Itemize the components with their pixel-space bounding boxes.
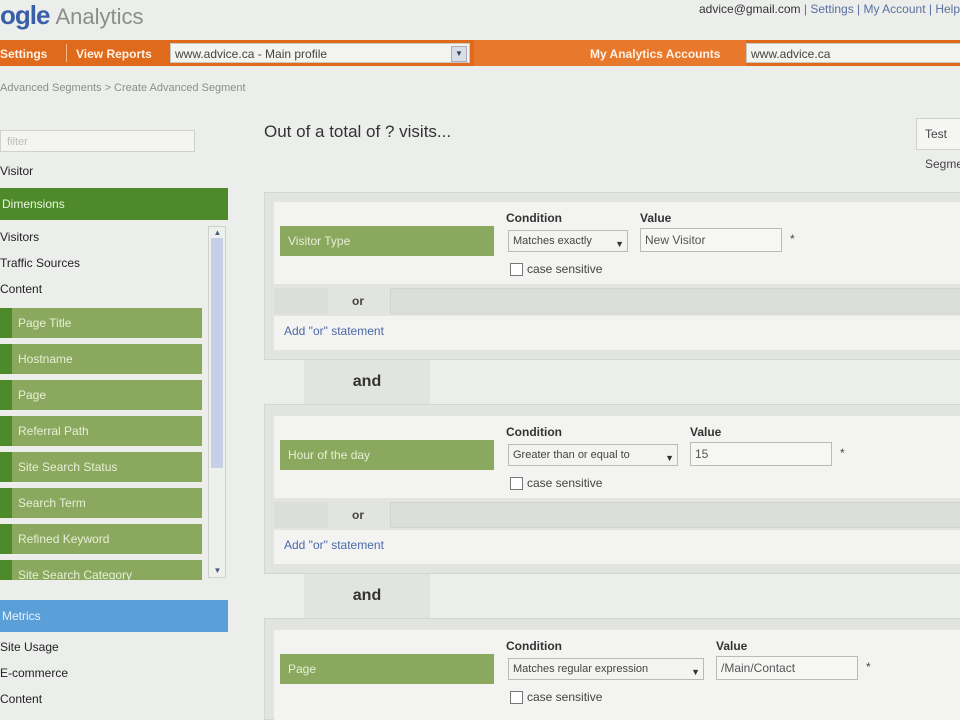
case-sensitive-checkbox[interactable] [510, 477, 523, 491]
segment-summary-title: Out of a total of ? visits... [264, 122, 452, 141]
dimension-item-label: Page [18, 388, 47, 402]
dimensions-header[interactable]: Dimensions [0, 188, 228, 220]
profile-select[interactable]: www.advice.ca - Main profile ▼ [170, 43, 470, 63]
account-select-value: www.advice.ca [751, 47, 831, 61]
case-sensitive-checkbox[interactable] [510, 691, 523, 705]
test-segment-button[interactable]: Test Segment [916, 118, 960, 171]
scroll-down-icon[interactable]: ▼ [211, 565, 224, 577]
required-mark: * [840, 446, 845, 460]
or-right-slot [390, 288, 960, 314]
value-label: Value [640, 211, 672, 225]
my-accounts-link[interactable]: My Analytics Accounts [590, 47, 720, 61]
add-or-statement-link[interactable]: Add "or" statement [284, 324, 384, 338]
dimension-item-page[interactable]: Page [0, 380, 202, 410]
dimension-item-page-title[interactable]: Page Title [0, 308, 202, 338]
dimension-item-site-search-category[interactable]: Site Search Category [0, 560, 202, 580]
condition-dimension-2[interactable]: Hour of the day [280, 440, 494, 470]
required-mark: * [790, 232, 795, 246]
scroll-up-icon[interactable]: ▲ [211, 227, 224, 239]
logo-prefix: ogle [0, 0, 50, 30]
condition-label: Condition [506, 425, 562, 439]
condition-dimension-3[interactable]: Page [280, 654, 494, 684]
metric-group-ecommerce[interactable]: E-commerce [0, 666, 68, 680]
dimension-item-referral-path[interactable]: Referral Path [0, 416, 202, 446]
profile-select-value: www.advice.ca - Main profile [175, 47, 328, 61]
dimension-item-label: Site Search Status [18, 460, 118, 474]
condition-select-3[interactable]: Matches regular expression ▼ [508, 658, 704, 680]
case-sensitive-2[interactable]: case sensitive [510, 476, 603, 491]
chevron-down-icon: ▼ [665, 453, 674, 463]
metric-group-site-usage[interactable]: Site Usage [0, 640, 59, 654]
case-sensitive-label: case sensitive [527, 262, 603, 276]
case-sensitive-checkbox[interactable] [510, 263, 523, 277]
chevron-down-icon: ▼ [615, 239, 624, 249]
and-separator-2: and [304, 574, 430, 618]
value-input-2[interactable]: 15 [690, 442, 832, 466]
condition-label: Condition [506, 211, 562, 225]
condition-select-value: Matches regular expression [513, 663, 649, 675]
case-sensitive-3[interactable]: case sensitive [510, 690, 603, 705]
dimension-item-search-term[interactable]: Search Term [0, 488, 202, 518]
metrics-header[interactable]: Metrics [0, 600, 228, 632]
or-right-slot [390, 502, 960, 528]
user-email: advice@gmail.com [699, 2, 801, 16]
and-separator-1: and [304, 360, 430, 404]
dimension-item-label: Page Title [18, 316, 72, 330]
dimension-item-site-search-status[interactable]: Site Search Status [0, 452, 202, 482]
sidebar-top-item[interactable]: Visitor [0, 164, 33, 178]
breadcrumb[interactable]: Advanced Segments > Create Advanced Segm… [0, 82, 246, 94]
case-sensitive-label: case sensitive [527, 476, 603, 490]
dimension-item-label: Site Search Category [18, 568, 133, 580]
value-input-3[interactable]: /Main/Contact [716, 656, 858, 680]
add-or-statement-link[interactable]: Add "or" statement [284, 538, 384, 552]
metric-group-content[interactable]: Content [0, 692, 42, 706]
dimension-item-label: Referral Path [18, 424, 89, 438]
or-left-slot [274, 502, 328, 528]
view-reports-link[interactable]: View Reports [76, 47, 152, 61]
condition-select-value: Matches exactly [513, 235, 592, 247]
scrollbar-thumb[interactable] [211, 238, 223, 468]
dimension-group-content[interactable]: Content [0, 282, 42, 296]
case-sensitive-1[interactable]: case sensitive [510, 262, 603, 277]
condition-select-value: Greater than or equal to [513, 449, 630, 461]
dimension-group-traffic-sources[interactable]: Traffic Sources [0, 256, 80, 270]
required-mark: * [866, 660, 871, 674]
dimension-group-visitors[interactable]: Visitors [0, 230, 39, 244]
chevron-down-icon: ▼ [691, 667, 700, 677]
condition-select-1[interactable]: Matches exactly ▼ [508, 230, 628, 252]
or-left-slot [274, 288, 328, 314]
account-select[interactable]: www.advice.ca [746, 43, 960, 63]
settings-link[interactable]: Settings [0, 47, 47, 61]
condition-select-2[interactable]: Greater than or equal to ▼ [508, 444, 678, 466]
or-label: or [352, 508, 364, 522]
dimension-item-label: Hostname [18, 352, 73, 366]
condition-dimension-1[interactable]: Visitor Type [280, 226, 494, 256]
case-sensitive-label: case sensitive [527, 690, 603, 704]
dimension-item-label: Search Term [18, 496, 86, 510]
dimension-item-hostname[interactable]: Hostname [0, 344, 202, 374]
value-label: Value [716, 639, 748, 653]
nav-divider [66, 44, 67, 62]
logo-name: Analytics [55, 4, 144, 29]
user-links[interactable]: | Settings | My Account | Help [804, 2, 960, 16]
value-input-1[interactable]: New Visitor [640, 228, 782, 252]
chevron-down-icon: ▼ [451, 46, 467, 62]
user-bar: advice@gmail.com | Settings | My Account… [699, 2, 960, 16]
google-analytics-logo[interactable]: ogle Analytics [0, 0, 144, 38]
condition-label: Condition [506, 639, 562, 653]
dimension-item-label: Refined Keyword [18, 532, 110, 546]
dimension-filter-input[interactable]: filter [0, 130, 195, 152]
value-label: Value [690, 425, 722, 439]
dimension-item-refined-keyword[interactable]: Refined Keyword [0, 524, 202, 554]
or-label: or [352, 294, 364, 308]
